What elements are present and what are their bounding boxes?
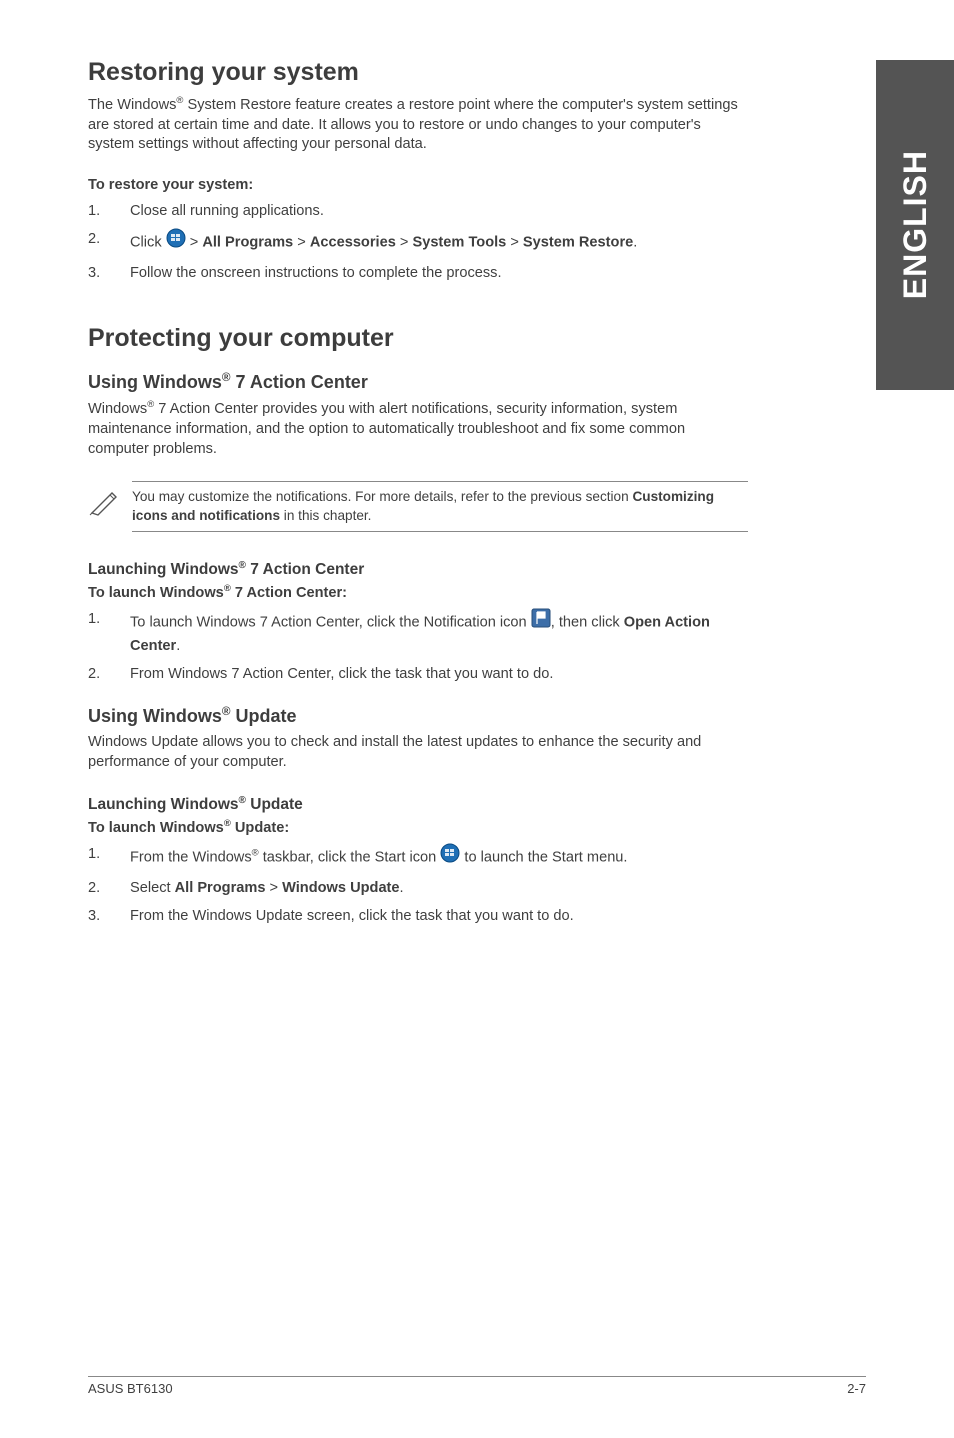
heading-protecting: Protecting your computer	[88, 324, 748, 353]
text: To launch Windows	[88, 585, 224, 601]
subhead-launch-ac: To launch Windows® 7 Action Center:	[88, 583, 748, 601]
text: , then click	[551, 614, 624, 630]
text-bold: Accessories	[310, 235, 396, 251]
steps-launch-update: 1. From the Windows® taskbar, click the …	[88, 844, 748, 927]
reg-mark: ®	[252, 847, 259, 858]
footer-right: 2-7	[847, 1381, 866, 1396]
reg-mark: ®	[224, 818, 231, 829]
list-item: 2. Select All Programs > Windows Update.	[88, 878, 748, 899]
reg-mark: ®	[224, 583, 231, 594]
step-text: To launch Windows 7 Action Center, click…	[130, 609, 748, 657]
footer: ASUS BT6130 2-7	[88, 1376, 866, 1396]
step-text: From the Windows® taskbar, click the Sta…	[130, 844, 748, 871]
list-item: 2. From Windows 7 Action Center, click t…	[88, 664, 748, 685]
list-item: 3. Follow the onscreen instructions to c…	[88, 263, 748, 284]
intro-action-center: Windows® 7 Action Center provides you wi…	[88, 399, 748, 459]
step-num: 1.	[88, 844, 130, 871]
step-num: 2.	[88, 229, 130, 256]
step-num: 3.	[88, 906, 130, 927]
flag-icon	[531, 608, 551, 635]
text: >	[293, 235, 310, 251]
text: Update	[230, 706, 296, 726]
text: taskbar, click the Start icon	[259, 849, 441, 865]
reg-mark: ®	[239, 795, 246, 806]
step-text: Click > All Programs > Accessories > Sys…	[130, 229, 748, 256]
note-box: You may customize the notifications. For…	[88, 481, 748, 532]
list-item: 3. From the Windows Update screen, click…	[88, 906, 748, 927]
text: in this chapter.	[280, 508, 371, 523]
text: .	[400, 880, 404, 896]
start-orb-icon	[440, 843, 460, 870]
h3-launch-action-center: Launching Windows® 7 Action Center	[88, 560, 748, 579]
step-text: Follow the onscreen instructions to comp…	[130, 263, 748, 284]
text: Click	[130, 235, 166, 251]
step-num: 1.	[88, 201, 130, 222]
step-num: 3.	[88, 263, 130, 284]
step-num: 1.	[88, 609, 130, 657]
text: .	[633, 235, 637, 251]
text: You may customize the notifications. For…	[132, 489, 632, 504]
list-item: 1. To launch Windows 7 Action Center, cl…	[88, 609, 748, 657]
intro-restoring: The Windows® System Restore feature crea…	[88, 95, 748, 155]
list-item: 1. Close all running applications.	[88, 201, 748, 222]
page-content: Restoring your system The Windows® Syste…	[0, 0, 836, 927]
text: 7 Action Center:	[231, 585, 347, 601]
side-tab-label: ENGLISH	[897, 150, 934, 299]
text: >	[265, 880, 282, 896]
text: >	[186, 235, 203, 251]
text: System Restore feature creates a restore…	[88, 97, 738, 152]
step-num: 2.	[88, 664, 130, 685]
side-tab: ENGLISH	[876, 60, 954, 390]
subhead-launch-update: To launch Windows® Update:	[88, 818, 748, 836]
text: Launching Windows	[88, 796, 239, 813]
h3-launch-update: Launching Windows® Update	[88, 795, 748, 814]
subheading-action-center: Using Windows® 7 Action Center	[88, 371, 748, 393]
subhead-restore: To restore your system:	[88, 177, 748, 193]
steps-launch-ac: 1. To launch Windows 7 Action Center, cl…	[88, 609, 748, 685]
text: Select	[130, 880, 175, 896]
intro-windows-update: Windows Update allows you to check and i…	[88, 733, 748, 772]
text: Windows	[88, 401, 147, 417]
text: Launching Windows	[88, 561, 239, 578]
text-bold: All Programs	[202, 235, 293, 251]
subheading-windows-update: Using Windows® Update	[88, 705, 748, 727]
start-orb-icon	[166, 228, 186, 255]
text: Using Windows	[88, 706, 222, 726]
text-bold: System Tools	[412, 235, 506, 251]
text: >	[396, 235, 413, 251]
text-bold: System Restore	[523, 235, 633, 251]
section-windows-update: Using Windows® Update Windows Update all…	[88, 705, 748, 927]
text-bold: Windows Update	[282, 880, 399, 896]
text-bold: All Programs	[175, 880, 266, 896]
text: >	[506, 235, 523, 251]
step-text: From Windows 7 Action Center, click the …	[130, 664, 748, 685]
list-item: 2. Click > All Programs > Accessories > …	[88, 229, 748, 256]
text: From the Windows	[130, 849, 252, 865]
list-item: 1. From the Windows® taskbar, click the …	[88, 844, 748, 871]
steps-restore: 1. Close all running applications. 2. Cl…	[88, 201, 748, 284]
text: to launch the Start menu.	[460, 849, 627, 865]
text: To launch Windows	[88, 820, 224, 836]
text: Update:	[231, 820, 289, 836]
text: Update	[246, 796, 303, 813]
heading-restoring: Restoring your system	[88, 58, 748, 87]
text: 7 Action Center	[230, 372, 367, 392]
pencil-icon	[88, 481, 132, 522]
note-text: You may customize the notifications. For…	[132, 481, 748, 532]
step-text: From the Windows Update screen, click th…	[130, 906, 748, 927]
text: .	[176, 638, 180, 654]
text: Using Windows	[88, 372, 222, 392]
text: 7 Action Center provides you with alert …	[88, 401, 685, 456]
step-num: 2.	[88, 878, 130, 899]
step-text: Close all running applications.	[130, 201, 748, 222]
reg-mark: ®	[239, 560, 246, 571]
footer-left: ASUS BT6130	[88, 1381, 173, 1396]
text: 7 Action Center	[246, 561, 364, 578]
step-text: Select All Programs > Windows Update.	[130, 878, 748, 899]
text: To launch Windows 7 Action Center, click…	[130, 614, 531, 630]
text: The Windows	[88, 97, 176, 113]
